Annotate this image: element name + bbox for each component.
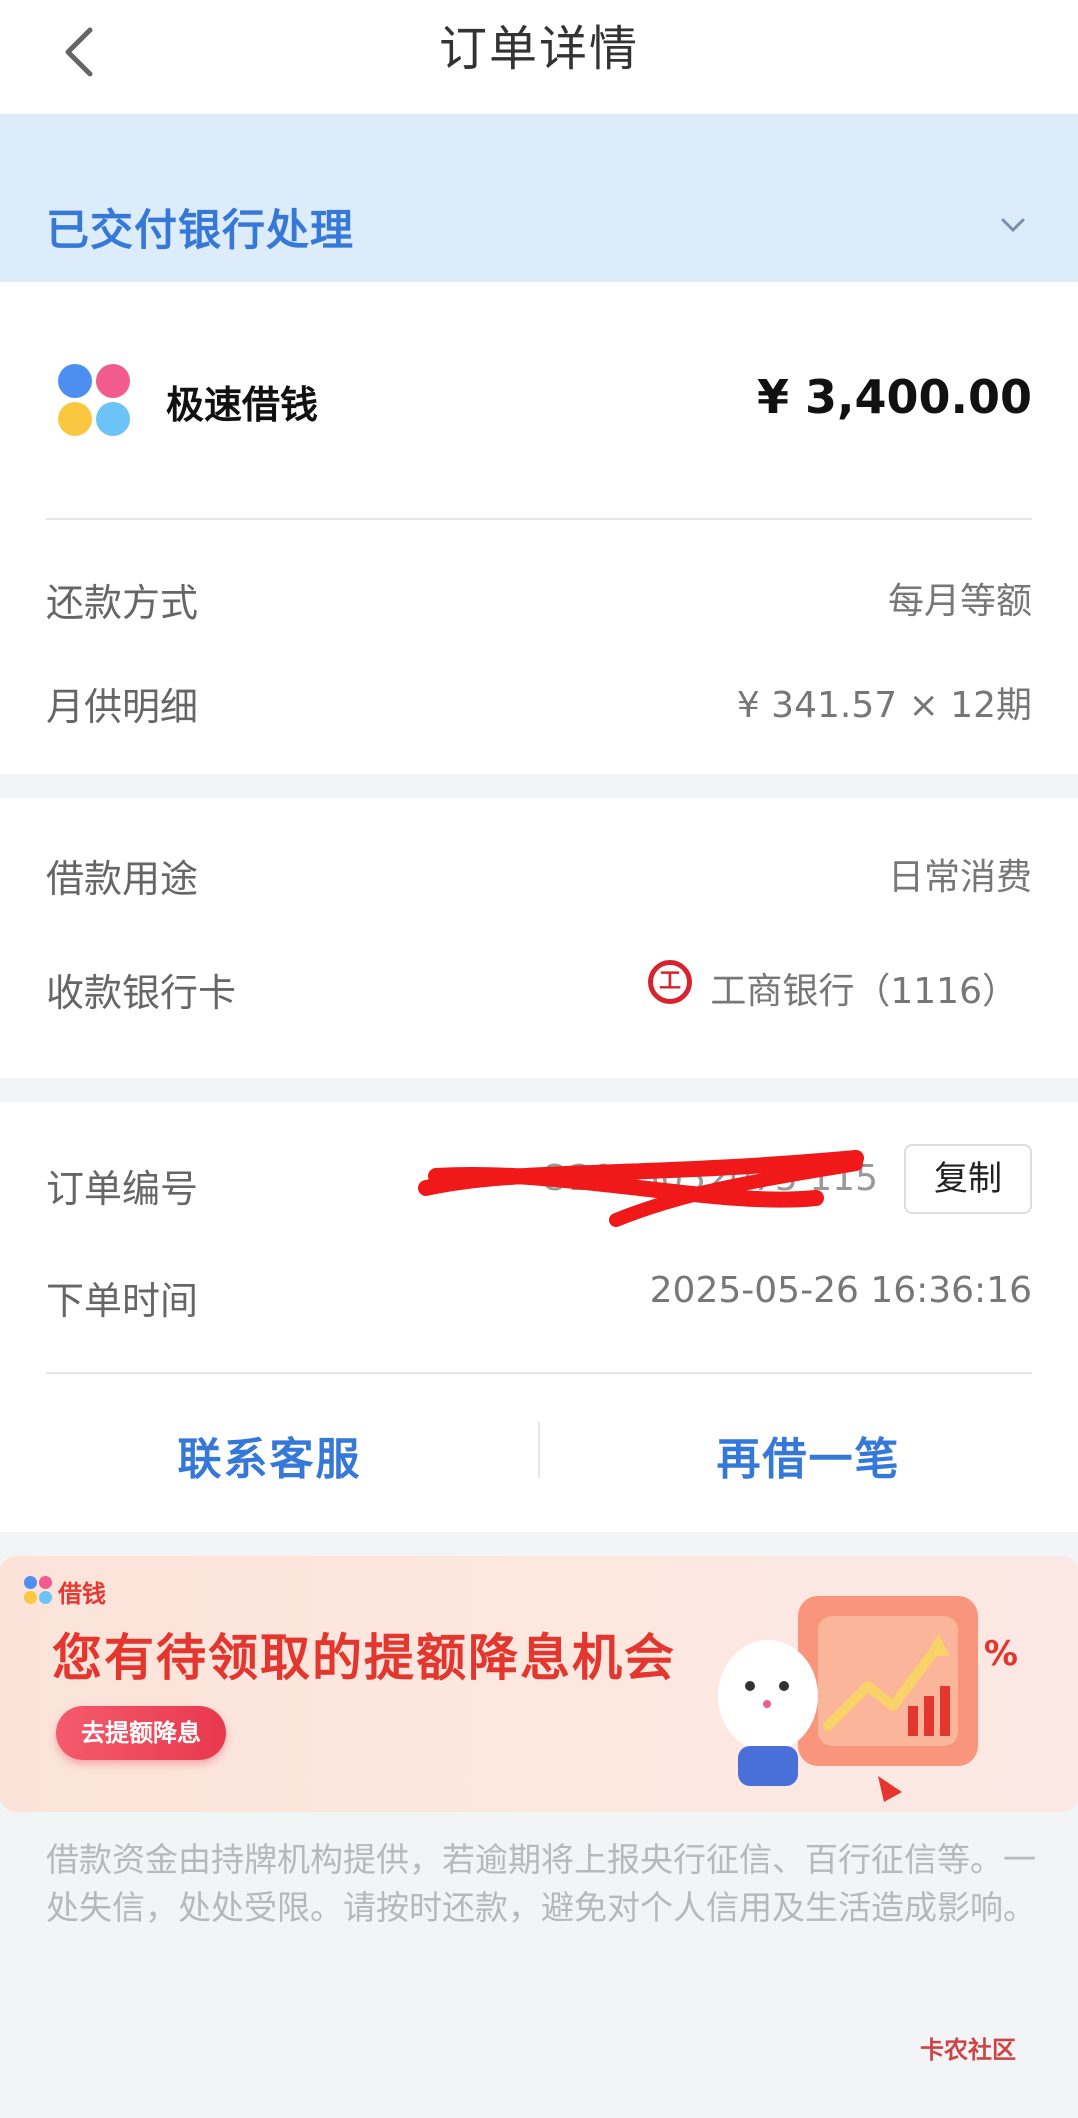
percent-sign: % [983,1634,1018,1674]
loan-purpose-card: 借款用途 日常消费 收款银行卡 工 工商银行（1116） [0,798,1078,1078]
promo-banner[interactable]: 借钱 您有待领取的提额降息机会 去提额降息 % [0,1556,1078,1812]
divider [46,518,1032,520]
monthly-payment-label: 月供明细 [46,685,199,729]
brand-logo-icon [24,1576,52,1604]
loan-amount: ¥ 3,400.00 [756,370,1032,424]
product-logo-icon [58,364,130,436]
bank-card-label: 收款银行卡 [46,971,237,1015]
disclaimer-text: 借款资金由持牌机构提供，若逾期将上报央行征信、百行征信等。一处失信，处处受限。请… [46,1840,1036,1927]
banner-brand: 借钱 [58,1580,106,1608]
status-text: 已交付银行处理 [46,206,354,256]
order-info-card: 订单编号 O2025052075 115 复制 下单时间 2025-05-26 … [0,1102,1078,1532]
order-time-label: 下单时间 [46,1279,199,1323]
copy-button[interactable]: 复制 [904,1144,1032,1214]
growth-chart-illustration-icon [718,1596,978,1802]
chevron-down-icon[interactable] [998,210,1028,240]
repay-method-value: 每月等额 [887,581,1032,622]
redaction-scribble [418,1150,864,1227]
watermark-logo: 卡农社区 [920,2036,1016,2064]
borrow-again-button[interactable]: 再借一笔 [539,1420,1078,1500]
order-time-value: 2025-05-26 16:36:16 [649,1270,1032,1311]
loan-summary-card: 极速借钱 ¥ 3,400.00 还款方式 每月等额 月供明细 ¥ 341.57 … [0,282,1078,774]
repay-method-label: 还款方式 [46,581,199,625]
banner-title: 您有待领取的提额降息机会 [52,1629,676,1687]
icbc-bank-icon: 工 [648,960,692,1004]
nav-bar: 订单详情 [0,0,1078,114]
contact-service-button[interactable]: 联系客服 [0,1420,539,1500]
page-title: 订单详情 [438,21,639,77]
product-name: 极速借钱 [166,383,319,427]
raise-limit-button[interactable]: 去提额降息 [56,1706,226,1760]
purpose-label: 借款用途 [46,857,199,901]
bank-card-value: 工商银行（1116） [710,971,1018,1012]
order-number-label: 订单编号 [46,1167,199,1211]
divider [46,1372,1032,1374]
monthly-payment-value: ¥ 341.57 × 12期 [736,685,1032,726]
purpose-value: 日常消费 [887,857,1032,898]
